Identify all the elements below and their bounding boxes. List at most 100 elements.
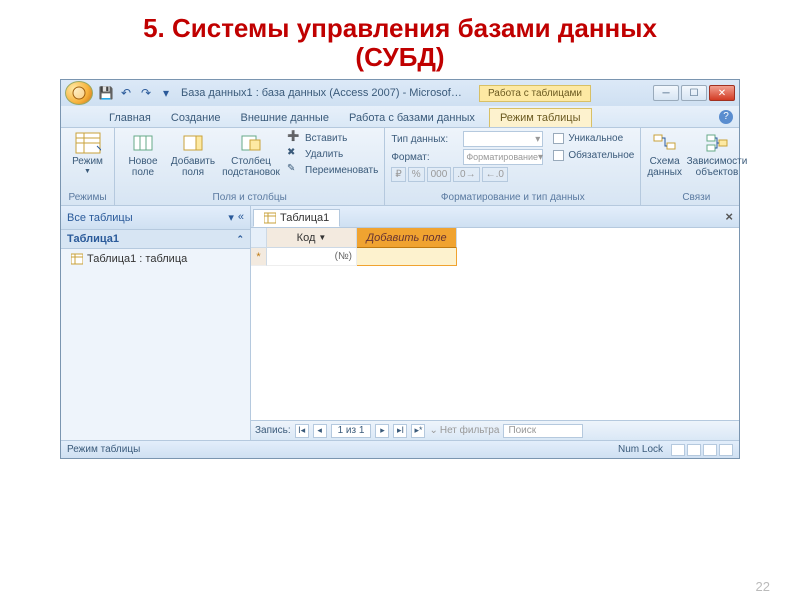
next-record-button[interactable]: ▸ <box>375 424 389 438</box>
lookup-column-button[interactable]: Столбец подстановок <box>221 131 281 178</box>
dtype-label: Тип данных: <box>391 134 459 145</box>
status-bar: Режим таблицы Num Lock <box>61 440 739 458</box>
unique-label: Уникальное <box>568 133 623 144</box>
collapse-icon[interactable]: « <box>238 211 244 224</box>
cell-id-new[interactable]: (№) <box>267 248 357 266</box>
tab-datasheet[interactable]: Режим таблицы <box>489 108 592 127</box>
required-checkbox[interactable]: Обязательное <box>553 150 634 161</box>
group-relationships: Схема данных Зависимости объектов Связи <box>641 128 751 205</box>
tab-home[interactable]: Главная <box>99 109 161 127</box>
currency-format-button[interactable]: ₽ <box>391 167 405 182</box>
unique-checkbox[interactable]: Уникальное <box>553 133 634 144</box>
checkbox-icon <box>553 133 564 144</box>
new-field-icon <box>129 131 157 155</box>
document-tab-label: Таблица1 <box>280 212 329 224</box>
quick-access-toolbar: 💾 ↶ ↷ ▾ <box>99 86 173 100</box>
minimize-button[interactable]: ─ <box>653 85 679 101</box>
increase-decimals-button[interactable]: .0→ <box>453 167 479 182</box>
work-area: Все таблицы ▾« Таблица1 ⌃ Таблица1 : таб… <box>61 206 739 440</box>
chart-view-button[interactable] <box>703 444 717 456</box>
help-icon[interactable]: ? <box>719 110 733 124</box>
group-views: Режим ▼ Режимы <box>61 128 115 205</box>
insert-label: Вставить <box>305 133 347 144</box>
group-formatting-label: Форматирование и тип данных <box>391 192 634 205</box>
search-placeholder: Поиск <box>508 425 536 436</box>
dropdown-icon: ▾ <box>538 152 543 163</box>
nav-group-table1[interactable]: Таблица1 ⌃ <box>61 230 250 249</box>
redo-icon[interactable]: ↷ <box>139 86 153 100</box>
document-close-button[interactable]: × <box>725 209 733 224</box>
slide-number: 22 <box>756 579 770 594</box>
slide-title-line1: 5. Системы управления базами данных <box>143 13 657 43</box>
prev-record-button[interactable]: ◂ <box>313 424 327 438</box>
record-position[interactable]: 1 из 1 <box>331 424 372 438</box>
row-selector-new[interactable]: * <box>251 248 267 266</box>
datasheet-grid[interactable]: Код ▼ Добавить поле * (№) <box>251 228 739 420</box>
required-label: Обязательное <box>568 150 634 161</box>
qat-dropdown-icon[interactable]: ▾ <box>159 86 173 100</box>
window-title: База данных1 : база данных (Access 2007)… <box>173 87 479 99</box>
column-header-id[interactable]: Код ▼ <box>267 228 357 248</box>
delete-icon: ✖ <box>287 147 301 161</box>
cell-id-placeholder: (№) <box>335 251 352 262</box>
group-formatting: Тип данных: ▾ Формат: Форматирование▾ ₽ … <box>385 128 641 205</box>
tab-create[interactable]: Создание <box>161 109 231 127</box>
undo-icon[interactable]: ↶ <box>119 86 133 100</box>
rename-icon: ✎ <box>287 163 301 177</box>
header-row: Код ▼ Добавить поле <box>251 228 739 248</box>
save-icon[interactable]: 💾 <box>99 86 113 100</box>
new-field-label: Новое поле <box>121 156 165 178</box>
app-window: 💾 ↶ ↷ ▾ База данных1 : база данных (Acce… <box>60 79 740 459</box>
schema-button[interactable]: Схема данных <box>647 131 682 178</box>
close-button[interactable]: ✕ <box>709 85 735 101</box>
rename-button[interactable]: ✎Переименовать <box>287 163 378 177</box>
record-label: Запись: <box>255 425 291 436</box>
ribbon: Режим ▼ Режимы Новое поле Добавить поля <box>61 128 739 206</box>
tab-database-tools[interactable]: Работа с базами данных <box>339 109 485 127</box>
pivot-view-button[interactable] <box>687 444 701 456</box>
last-record-button[interactable]: ▸I <box>393 424 407 438</box>
datasheet-view-icon <box>74 131 102 155</box>
percent-format-button[interactable]: % <box>408 167 425 182</box>
dropdown-icon: ▼ <box>318 233 326 242</box>
format-combo[interactable]: Форматирование▾ <box>463 149 543 165</box>
schema-label: Схема данных <box>647 156 682 178</box>
record-navigator: Запись: I◂ ◂ 1 из 1 ▸ ▸I ▸* ⌄Нет фильтра… <box>251 420 739 440</box>
insert-icon: ➕ <box>287 131 301 145</box>
dependencies-button[interactable]: Зависимости объектов <box>688 131 746 178</box>
office-button[interactable] <box>65 81 93 105</box>
thousands-button[interactable]: 000 <box>427 167 452 182</box>
select-all-corner[interactable] <box>251 228 267 248</box>
document-tab-table1[interactable]: Таблица1 <box>253 209 340 227</box>
decrease-decimals-button[interactable]: ←.0 <box>482 167 508 182</box>
group-relationships-label: Связи <box>647 192 745 205</box>
checkbox-icon <box>553 150 564 161</box>
expand-icon: ⌃ <box>236 234 244 245</box>
record-search-input[interactable]: Поиск <box>503 424 583 438</box>
context-tab-group-label: Работа с таблицами <box>479 85 591 102</box>
cell-add-new[interactable] <box>357 248 457 266</box>
design-view-button[interactable] <box>719 444 733 456</box>
new-field-button[interactable]: Новое поле <box>121 131 165 178</box>
insert-button[interactable]: ➕ Вставить <box>287 131 378 145</box>
first-record-button[interactable]: I◂ <box>295 424 309 438</box>
maximize-button[interactable]: ☐ <box>681 85 707 101</box>
delete-button[interactable]: ✖Удалить <box>287 147 378 161</box>
new-record-button[interactable]: ▸* <box>411 424 425 438</box>
column-add-label: Добавить поле <box>366 232 446 244</box>
nav-group-label: Таблица1 <box>67 233 119 245</box>
dtype-combo[interactable]: ▾ <box>463 131 543 147</box>
add-fields-button[interactable]: Добавить поля <box>171 131 215 178</box>
tab-external-data[interactable]: Внешние данные <box>231 109 339 127</box>
datasheet-view-button[interactable] <box>671 444 685 456</box>
new-record-row[interactable]: * (№) <box>251 248 739 266</box>
column-header-add-field[interactable]: Добавить поле <box>357 228 457 248</box>
document-tab-bar: Таблица1 × <box>251 206 739 228</box>
nav-pane-header[interactable]: Все таблицы ▾« <box>61 206 250 230</box>
group-fields-columns-label: Поля и столбцы <box>121 192 378 205</box>
group-views-label: Режимы <box>67 192 108 205</box>
lookup-column-label: Столбец подстановок <box>221 156 281 178</box>
view-button[interactable]: Режим ▼ <box>67 131 108 175</box>
nav-item-table1[interactable]: Таблица1 : таблица <box>61 249 250 269</box>
slide-title: 5. Системы управления базами данных (СУБ… <box>0 0 800 73</box>
